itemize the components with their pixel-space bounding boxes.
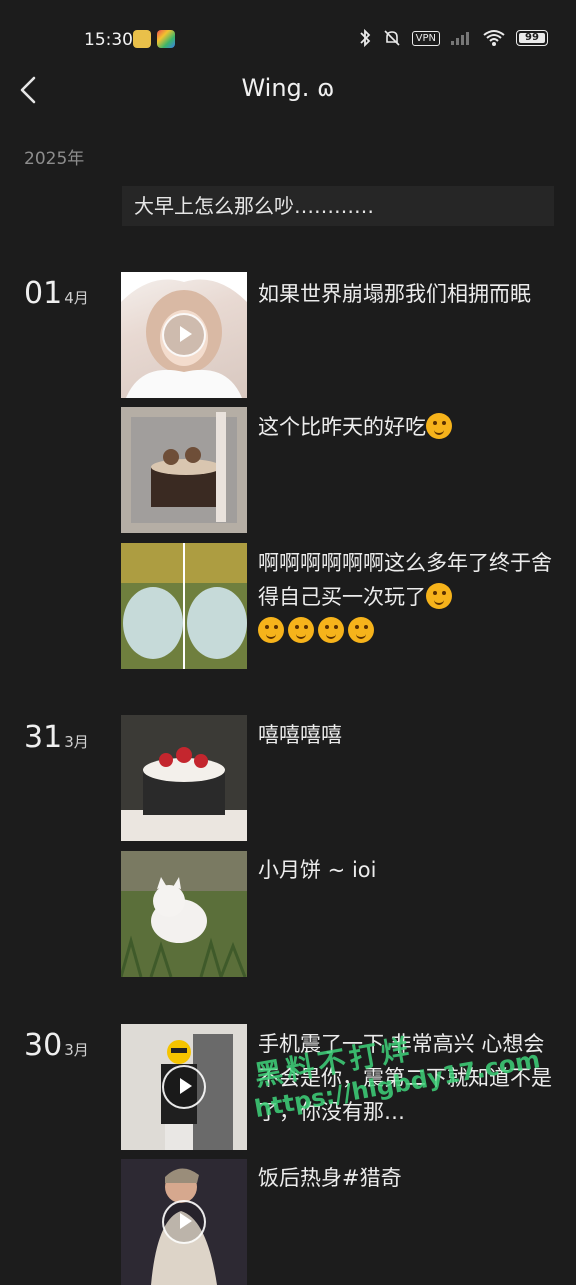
kiss-emoji-icon xyxy=(288,617,314,643)
image-thumbnail[interactable] xyxy=(121,851,247,977)
entry-text[interactable]: 嘻嘻嘻嘻 xyxy=(258,718,558,752)
previous-entry-text: 大早上怎么那么吵………… xyxy=(134,194,374,218)
page-title: Wing. ɷ xyxy=(241,74,335,102)
play-icon xyxy=(162,1200,206,1244)
cake-box-image xyxy=(121,407,247,533)
kiss-emoji-icon xyxy=(318,617,344,643)
previous-entry-card[interactable]: 大早上怎么那么吵………… xyxy=(122,186,554,226)
cat-image xyxy=(121,851,247,977)
video-thumbnail[interactable] xyxy=(121,1024,247,1150)
cellular-signal-icon xyxy=(451,32,469,45)
date-month: 4月 xyxy=(64,289,89,307)
video-thumbnail[interactable] xyxy=(121,1159,247,1285)
date-day: 01 xyxy=(24,276,63,311)
image-thumbnail[interactable] xyxy=(121,407,247,533)
play-icon xyxy=(162,1065,206,1109)
entry-text[interactable]: 小月饼 ~ ioi xyxy=(258,853,558,887)
puzzle-app-icon xyxy=(157,30,175,48)
image-thumbnail[interactable] xyxy=(121,543,247,669)
date-day: 31 xyxy=(24,720,63,755)
date-label: 01 4月 xyxy=(24,276,89,311)
image-thumbnail[interactable] xyxy=(121,715,247,841)
kiss-emoji-icon xyxy=(348,617,374,643)
entry-text[interactable]: 啊啊啊啊啊啊这么多年了终于舍得自己买一次玩了 xyxy=(258,546,558,648)
date-month: 3月 xyxy=(64,733,89,751)
strawberry-cake-image xyxy=(121,715,247,841)
yum-emoji-icon xyxy=(426,413,452,439)
entry-text[interactable]: 如果世界崩塌那我们相拥而眠 xyxy=(258,277,558,311)
entry-text[interactable]: 这个比昨天的好吃 xyxy=(258,410,558,444)
status-time: 15:30 xyxy=(84,30,133,50)
entry-text-content: 啊啊啊啊啊啊这么多年了终于舍得自己买一次玩了 xyxy=(258,551,552,609)
bluetooth-icon xyxy=(360,28,370,48)
top-bar: Wing. ɷ xyxy=(0,56,576,126)
entry-text-content: 这个比昨天的好吃 xyxy=(258,415,426,439)
slime-image xyxy=(121,543,247,669)
surprised-emoji-icon xyxy=(426,583,452,609)
date-day: 30 xyxy=(24,1028,63,1063)
surprised-emoji-icon xyxy=(258,617,284,643)
year-label: 2025年 xyxy=(24,149,85,169)
battery-icon: 99 xyxy=(516,30,548,46)
date-label: 30 3月 xyxy=(24,1028,89,1063)
battery-level: 99 xyxy=(525,32,539,43)
weibo-app-icon xyxy=(133,30,151,48)
date-month: 3月 xyxy=(64,1041,89,1059)
vpn-badge: VPN xyxy=(411,30,440,46)
video-thumbnail[interactable] xyxy=(121,272,247,398)
entry-text[interactable]: 饭后热身#猎奇 xyxy=(258,1161,558,1195)
date-label: 31 3月 xyxy=(24,720,89,755)
play-icon xyxy=(162,313,206,357)
wifi-icon xyxy=(483,30,505,46)
mute-bell-icon xyxy=(384,30,400,46)
